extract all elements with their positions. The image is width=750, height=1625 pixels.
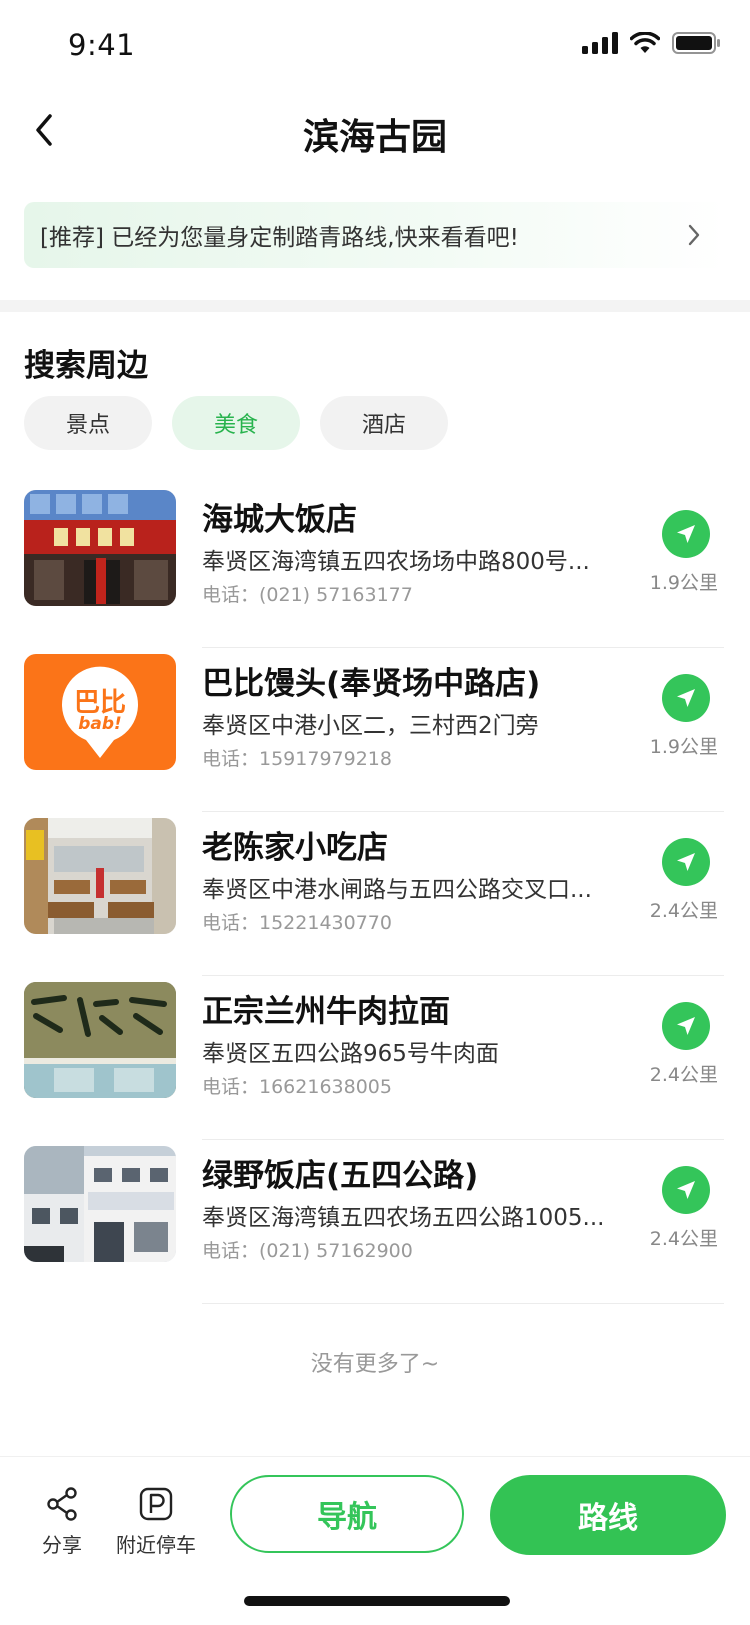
row-divider (202, 811, 724, 812)
share-icon (47, 1487, 77, 1521)
place-distance: 2.4公里 (649, 1064, 718, 1086)
navigate-icon-button[interactable] (662, 674, 710, 722)
wifi-icon (630, 32, 660, 53)
page-title: 滨海古园 (302, 117, 447, 158)
restaurant-photo (24, 818, 176, 934)
recommendation-banner[interactable]: [推荐] 已经为您量身定制踏青路线,快来看看吧! (24, 202, 726, 268)
section-divider (0, 300, 750, 312)
chip-food[interactable]: 美食 (172, 396, 300, 450)
share-label: 分享 (42, 1533, 82, 1557)
place-phone: 电话：(021) 57163177 (202, 584, 413, 606)
place-address: 奉贤区五四公路965号牛肉面 (202, 1041, 499, 1067)
navigate-button[interactable]: 导航 (230, 1475, 464, 1553)
place-name: 正宗兰州牛肉拉面 (202, 994, 450, 1030)
list-end-text: 没有更多了~ (310, 1352, 440, 1377)
place-name: 绿野饭店(五四公路) (202, 1158, 479, 1194)
share-button[interactable]: 分享 (42, 1487, 82, 1558)
list-item[interactable]: 绿野饭店(五四公路) 奉贤区海湾镇五四农场五四公路1005... 电话：(021… (0, 1146, 750, 1310)
place-name: 老陈家小吃店 (202, 830, 388, 866)
banner-text: [推荐] 已经为您量身定制踏青路线,快来看看吧! (40, 225, 519, 251)
status-icons (582, 32, 720, 54)
place-distance: 1.9公里 (649, 572, 718, 594)
navigate-icon-button[interactable] (662, 510, 710, 558)
place-address: 奉贤区中港小区二，三村西2门旁 (202, 713, 539, 739)
restaurant-photo (24, 1146, 176, 1262)
restaurant-photo (24, 490, 176, 606)
home-indicator (244, 1596, 510, 1606)
send-arrow-icon (677, 1181, 695, 1199)
route-button[interactable]: 路线 (490, 1475, 726, 1555)
navigate-icon-button[interactable] (662, 838, 710, 886)
place-distance: 1.9公里 (649, 736, 718, 758)
place-phone: 电话：(021) 57162900 (202, 1240, 413, 1262)
navigate-icon-button[interactable] (662, 1166, 710, 1214)
place-address: 奉贤区中港水闸路与五四公路交叉口... (202, 877, 592, 903)
place-list: 海城大饭店 奉贤区海湾镇五四农场场中路800号... 电话：(021) 5716… (0, 490, 750, 1310)
chip-attractions[interactable]: 景点 (24, 396, 152, 450)
restaurant-photo (24, 982, 176, 1098)
status-time: 9:41 (68, 28, 136, 62)
bab-logo: 巴比 bab! (24, 654, 176, 770)
list-item[interactable]: 正宗兰州牛肉拉面 奉贤区五四公路965号牛肉面 电话：16621638005 2… (0, 982, 750, 1146)
navigate-icon-button[interactable] (662, 1002, 710, 1050)
section-title: 搜索周边 (24, 348, 148, 384)
place-name: 海城大饭店 (202, 502, 357, 538)
chevron-right-icon (688, 224, 700, 246)
place-phone: 电话：15221430770 (202, 912, 392, 934)
row-divider (202, 1303, 724, 1304)
place-distance: 2.4公里 (649, 1228, 718, 1250)
list-item[interactable]: 老陈家小吃店 奉贤区中港水闸路与五四公路交叉口... 电话：1522143077… (0, 818, 750, 982)
place-address: 奉贤区海湾镇五四农场场中路800号... (202, 549, 590, 575)
row-divider (202, 647, 724, 648)
place-phone: 电话：15917979218 (202, 748, 392, 770)
category-chips: 景点 美食 酒店 (24, 396, 448, 450)
signal-icon (582, 32, 618, 54)
send-arrow-icon (677, 853, 695, 871)
list-item[interactable]: 巴比 bab! 巴比馒头(奉贤场中路店) 奉贤区中港小区二，三村西2门旁 电话：… (0, 654, 750, 818)
place-phone: 电话：16621638005 (202, 1076, 392, 1098)
place-distance: 2.4公里 (649, 900, 718, 922)
logo-text-bottom: bab! (78, 714, 122, 734)
send-arrow-icon (677, 689, 695, 707)
place-name: 巴比馒头(奉贤场中路店) (202, 666, 541, 702)
parking-icon (139, 1487, 173, 1521)
battery-icon (672, 32, 720, 54)
send-arrow-icon (677, 525, 695, 543)
chip-hotel[interactable]: 酒店 (320, 396, 448, 450)
send-arrow-icon (677, 1017, 695, 1035)
list-item[interactable]: 海城大饭店 奉贤区海湾镇五四农场场中路800号... 电话：(021) 5716… (0, 490, 750, 654)
parking-label: 附近停车 (116, 1533, 196, 1557)
place-address: 奉贤区海湾镇五四农场五四公路1005... (202, 1205, 605, 1231)
nearby-parking-button[interactable]: 附近停车 (116, 1487, 196, 1558)
row-divider (202, 1139, 724, 1140)
row-divider (202, 975, 724, 976)
